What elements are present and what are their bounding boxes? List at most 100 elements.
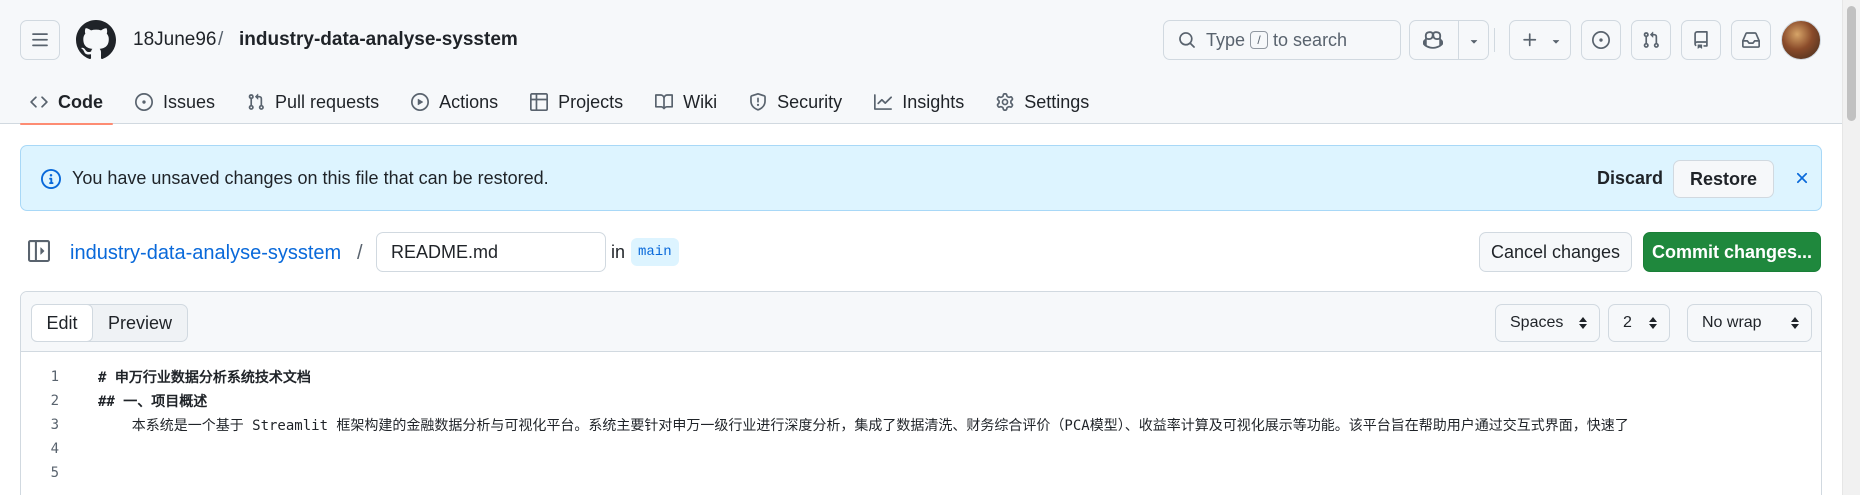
page-scrollbar[interactable] — [1842, 0, 1860, 495]
plus-icon — [1523, 33, 1537, 47]
inbox-icon — [1742, 32, 1760, 48]
banner-message: You have unsaved changes on this file th… — [72, 168, 549, 188]
gear-icon — [996, 93, 1014, 111]
filename-input[interactable] — [376, 232, 606, 272]
tab-insights[interactable]: Insights — [864, 80, 974, 124]
create-new-button[interactable] — [1509, 20, 1571, 60]
indent-mode-select[interactable]: Spaces — [1495, 304, 1600, 342]
wrap-mode-value: No wrap — [1702, 314, 1762, 331]
pull-request-icon — [248, 93, 264, 110]
breadcrumb-owner[interactable]: 18June96 — [133, 29, 216, 51]
line-number: 1 — [50, 369, 59, 385]
line-number: 2 — [50, 393, 59, 409]
play-icon — [411, 93, 430, 111]
file-breadcrumb-separator: / — [357, 242, 363, 264]
repositories-button[interactable] — [1681, 20, 1721, 60]
your-pull-requests-button[interactable] — [1631, 20, 1671, 60]
tab-label: Pull requests — [275, 91, 380, 112]
code-line[interactable]: 5 — [21, 461, 1821, 485]
copilot-divider — [1458, 21, 1459, 59]
shield-icon — [750, 93, 767, 111]
indent-mode-value: Spaces — [1510, 314, 1564, 331]
line-number: 4 — [50, 441, 59, 457]
tab-label: Insights — [902, 91, 965, 112]
commit-changes-button[interactable]: Commit changes... — [1643, 232, 1821, 272]
select-arrows-icon — [1791, 317, 1799, 329]
tab-wiki[interactable]: Wiki — [645, 80, 727, 124]
edit-preview-toggle: Edit Preview — [31, 304, 188, 342]
tab-label: Wiki — [683, 91, 718, 112]
tab-actions[interactable]: Actions — [401, 80, 508, 124]
line-text: 本系统是一个基于 Streamlit 框架构建的金融数据分析与可视化平台。系统主… — [98, 418, 1629, 434]
issue-icon — [1592, 31, 1610, 49]
unsaved-changes-banner: You have unsaved changes on this file th… — [20, 145, 1822, 211]
cancel-changes-button[interactable]: Cancel changes — [1479, 232, 1632, 272]
line-number: 5 — [50, 465, 59, 481]
code-icon — [30, 96, 48, 108]
user-avatar[interactable] — [1781, 20, 1821, 60]
search-input[interactable]: Type / to search — [1163, 20, 1401, 60]
info-icon — [41, 169, 61, 189]
close-icon[interactable] — [1793, 169, 1811, 187]
indent-size-select[interactable]: 2 — [1608, 304, 1670, 342]
chevron-down-icon[interactable] — [1467, 34, 1481, 48]
tab-security[interactable]: Security — [739, 80, 852, 124]
discard-button[interactable]: Discard — [1585, 158, 1675, 198]
copilot-icon — [1423, 31, 1443, 49]
select-arrows-icon — [1579, 317, 1587, 329]
code-line[interactable]: 2 ## 一、项目概述 — [21, 389, 1821, 413]
search-placeholder-before: Type — [1206, 29, 1246, 50]
pull-request-icon — [1643, 31, 1659, 48]
restore-button[interactable]: Restore — [1673, 160, 1775, 198]
github-logo-icon[interactable] — [76, 20, 116, 60]
breadcrumb-repo[interactable]: industry-data-analyse-sysstem — [239, 29, 518, 51]
code-editor: Edit Preview Spaces 2 No wrap 1 # 申万行业数据… — [20, 291, 1822, 495]
search-shortcut-key: / — [1250, 31, 1269, 49]
tab-code[interactable]: Code — [20, 80, 113, 125]
line-text: # 申万行业数据分析系统技术文档 — [98, 370, 311, 386]
table-icon — [530, 93, 549, 111]
wrap-mode-select[interactable]: No wrap — [1687, 304, 1812, 342]
sidebar-expand-icon[interactable] — [28, 240, 50, 262]
code-line[interactable]: 4 — [21, 437, 1821, 461]
code-line[interactable]: 1 # 申万行业数据分析系统技术文档 — [21, 365, 1821, 389]
book-icon — [655, 94, 674, 110]
select-arrows-icon — [1649, 317, 1657, 329]
code-line[interactable]: 3 本系统是一个基于 Streamlit 框架构建的金融数据分析与可视化平台。系… — [21, 413, 1821, 437]
tab-label: Code — [58, 91, 103, 112]
breadcrumb-separator: / — [218, 29, 224, 50]
chevron-down-icon — [1552, 40, 1560, 44]
indent-size-value: 2 — [1623, 314, 1632, 331]
your-issues-button[interactable] — [1581, 20, 1621, 60]
repo-nav: Code Issues Pull requests Actions Projec… — [20, 80, 1111, 125]
scrollbar-thumb[interactable] — [1847, 6, 1856, 121]
app-header: 18June96 / industry-data-analyse-sysstem… — [0, 0, 1842, 125]
tab-label: Issues — [163, 91, 216, 112]
edit-tab[interactable]: Edit — [31, 304, 93, 342]
top-bar: 18June96 / industry-data-analyse-sysstem… — [0, 0, 1842, 80]
line-number: 3 — [50, 417, 59, 433]
menu-button[interactable] — [20, 20, 60, 60]
graph-icon — [874, 94, 893, 110]
tab-pull-requests[interactable]: Pull requests — [237, 80, 389, 124]
editor-toolbar: Edit Preview Spaces 2 No wrap — [21, 292, 1821, 352]
line-text: ## 一、项目概述 — [98, 394, 208, 410]
preview-tab[interactable]: Preview — [93, 305, 187, 341]
tab-label: Projects — [558, 91, 624, 112]
tab-issues[interactable]: Issues — [125, 80, 225, 124]
tab-label: Security — [777, 91, 843, 112]
copilot-button[interactable] — [1409, 20, 1489, 60]
notifications-button[interactable] — [1731, 20, 1771, 60]
search-placeholder-after: to search — [1273, 29, 1348, 50]
tab-projects[interactable]: Projects — [520, 80, 633, 124]
toolbar-divider — [1494, 28, 1495, 52]
issue-icon — [135, 93, 153, 111]
hamburger-icon — [32, 33, 48, 47]
branch-label[interactable]: main — [631, 238, 679, 266]
repo-icon — [1694, 31, 1708, 49]
tab-label: Actions — [439, 91, 499, 112]
file-breadcrumb-repo[interactable]: industry-data-analyse-sysstem — [70, 242, 341, 265]
search-icon — [1179, 32, 1195, 48]
tab-label: Settings — [1024, 91, 1090, 112]
tab-settings[interactable]: Settings — [986, 80, 1099, 124]
